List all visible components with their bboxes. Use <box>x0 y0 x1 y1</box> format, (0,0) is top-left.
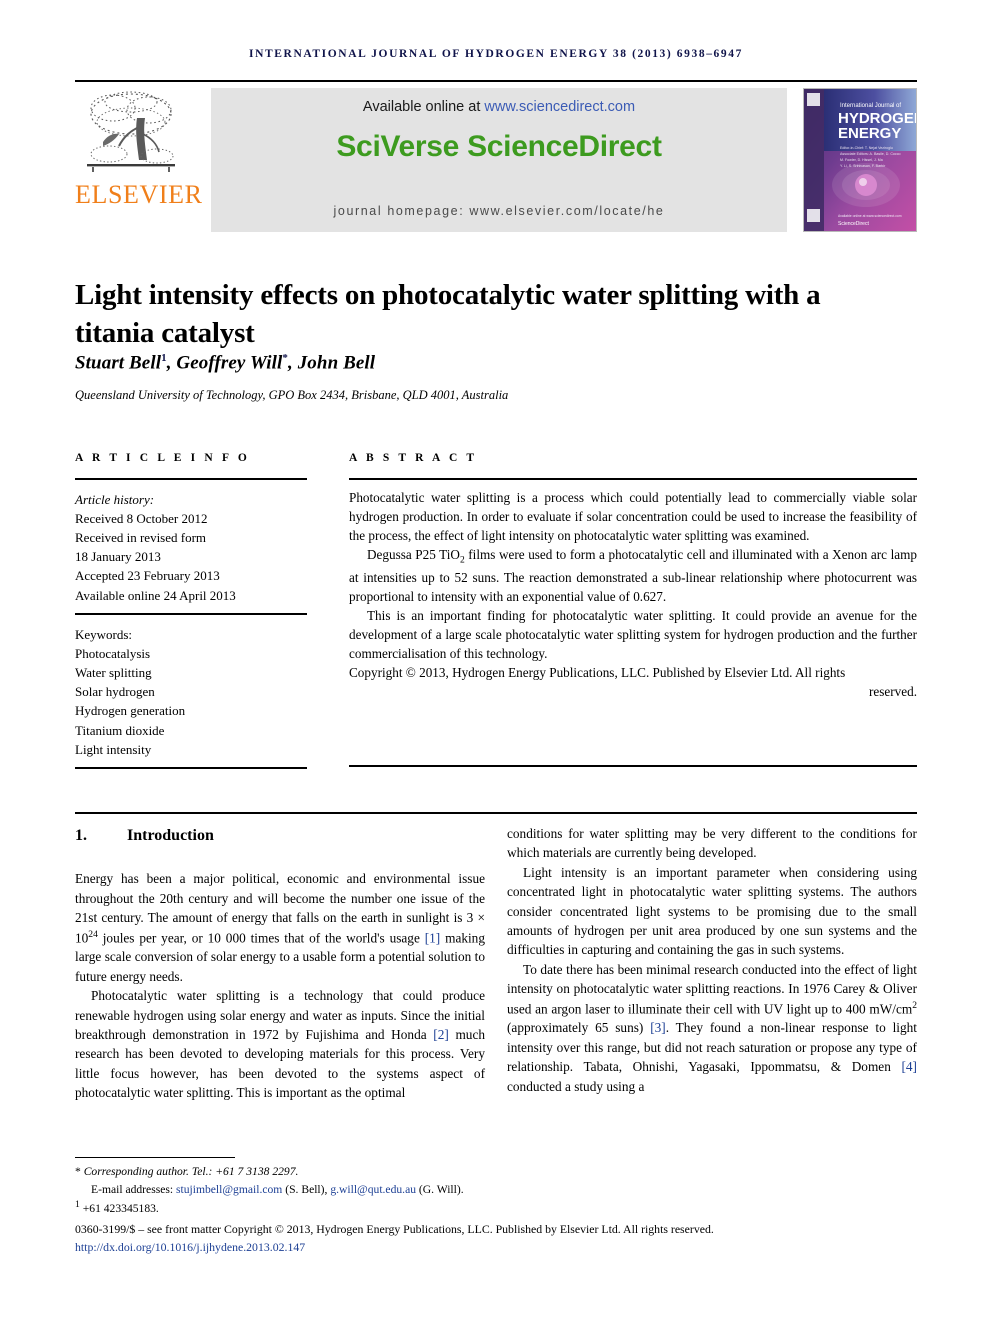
journal-cover-art: International Journal of HYDROGEN ENERGY… <box>804 89 916 231</box>
author-name-1: Stuart Bell <box>75 352 162 374</box>
history-item: Available online 24 April 2013 <box>75 587 236 603</box>
svg-text:International Journal of: International Journal of <box>840 103 901 109</box>
email-owner-2: (G. Will). <box>416 1182 464 1196</box>
svg-text:Associate Editors: A. Basile,: Associate Editors: A. Basile, D. Cocco <box>840 152 901 156</box>
email-label: E-mail addresses: <box>91 1182 176 1196</box>
journal-cover-thumbnail: International Journal of HYDROGEN ENERGY… <box>803 88 917 232</box>
corresponding-author-note: * Corresponding author. Tel.: +61 7 3138… <box>75 1163 635 1181</box>
author-list: Stuart Bell1, Geoffrey Will*, John Bell <box>75 352 376 374</box>
body-top-rule <box>75 812 917 814</box>
keyword-item: Titanium dioxide <box>75 722 165 738</box>
section-number: 1. <box>75 827 87 844</box>
svg-text:M. Fowler, D. Hissel, J. Ma: M. Fowler, D. Hissel, J. Ma <box>840 158 883 162</box>
sciverse-sciencedirect-wordmark: SciVerse ScienceDirect <box>336 130 662 164</box>
elsevier-wordmark: ELSEVIER <box>75 180 203 209</box>
available-online-line: Available online at www.sciencedirect.co… <box>211 88 787 116</box>
author-marker-1: 1 <box>161 352 167 364</box>
body-column-left: 1. Introduction Energy has been a major … <box>75 824 485 1103</box>
svg-text:ScienceDirect: ScienceDirect <box>838 221 869 227</box>
svg-text:ENERGY: ENERGY <box>838 125 901 142</box>
footnote-marker-1: 1 <box>75 1199 80 1211</box>
abstract-paragraph: Degussa P25 TiO2 films were used to form… <box>349 545 917 606</box>
abstract-p2-part1: Degussa P25 TiO <box>367 547 460 562</box>
keyword-item: Photocatalysis <box>75 646 151 662</box>
intro-p3-part4: conducted a study using a <box>507 1078 645 1094</box>
running-head: International Journal of Hydrogen Energy… <box>249 48 743 60</box>
history-item: 18 January 2013 <box>75 549 161 565</box>
intro-p1-part2: joules per year, or 10 000 times that of… <box>97 930 425 945</box>
keyword-item: Water splitting <box>75 665 152 681</box>
intro-p3-part1: To date there has been minimal research … <box>507 961 917 1017</box>
article-history-label: Article history: <box>75 492 155 507</box>
svg-text:Available online at www.scienc: Available online at www.sciencedirect.co… <box>838 214 902 218</box>
keyword-item: Solar hydrogen <box>75 684 155 700</box>
author-name-3: John Bell <box>297 352 376 374</box>
email-link-2[interactable]: g.will@qut.edu.au <box>330 1183 416 1196</box>
section-title: Introduction <box>127 827 214 844</box>
history-item: Accepted 23 February 2013 <box>75 568 220 584</box>
copyright-tail: reserved. <box>869 684 917 700</box>
article-history: Article history: Received 8 October 2012… <box>75 490 315 605</box>
doi-link[interactable]: http://dx.doi.org/10.1016/j.ijhydene.201… <box>75 1240 305 1254</box>
citation-link-4[interactable]: [4] <box>901 1059 917 1074</box>
abstract-label: A B S T R A C T <box>349 452 478 464</box>
footnote-separator-rule <box>75 1157 235 1158</box>
abstract-copyright: Copyright © 2013, Hydrogen Energy Public… <box>349 663 917 701</box>
page-title: Light intensity effects on photocatalyti… <box>75 279 821 349</box>
sciencedirect-url-link[interactable]: www.sciencedirect.com <box>484 99 635 115</box>
sciencedirect-banner: Available online at www.sciencedirect.co… <box>211 88 787 232</box>
corresponding-author-text: Corresponding author. Tel.: +61 7 3138 2… <box>83 1165 299 1178</box>
info-bottom-rule <box>75 767 307 769</box>
copyright-main: Copyright © 2013, Hydrogen Energy Public… <box>349 665 846 681</box>
asterisk-icon: * <box>75 1165 84 1178</box>
keywords-label: Keywords: <box>75 627 133 642</box>
body-paragraph: Light intensity is an important paramete… <box>507 864 917 958</box>
abstract-top-rule <box>349 478 917 480</box>
abstract-bottom-rule <box>349 765 917 767</box>
keyword-item: Light intensity <box>75 741 152 757</box>
issn-copyright-line: 0360-3199/$ – see front matter Copyright… <box>75 1222 714 1236</box>
citation-link-1[interactable]: [1] <box>425 930 441 945</box>
abstract-paragraph: Photocatalytic water splitting is a proc… <box>349 490 917 543</box>
imprint-block: 0360-3199/$ – see front matter Copyright… <box>75 1221 920 1256</box>
abstract-paragraph: This is an important finding for photoca… <box>349 608 917 662</box>
paper-page: International Journal of Hydrogen Energy… <box>0 0 992 1323</box>
author-note-1: 1 +61 423345183. <box>75 1198 635 1217</box>
masthead-top-rule <box>75 80 917 82</box>
info-top-rule <box>75 478 307 480</box>
body-paragraph: Energy has been a major political, econo… <box>75 869 485 986</box>
journal-homepage-line[interactable]: journal homepage: www.elsevier.com/locat… <box>211 204 787 218</box>
history-item: Received 8 October 2012 <box>75 511 208 527</box>
author-name-2: Geoffrey Will <box>176 352 283 374</box>
body-paragraph: To date there has been minimal research … <box>507 960 917 1096</box>
section-heading-introduction: 1. Introduction <box>75 824 485 847</box>
info-mid-rule <box>75 613 307 615</box>
citation-link-2[interactable]: [2] <box>433 1027 449 1042</box>
citation-link-3[interactable]: [3] <box>650 1020 666 1035</box>
email-owner-1: (S. Bell), <box>282 1182 331 1196</box>
affiliation: Queensland University of Technology, GPO… <box>75 388 509 402</box>
keywords-list: Keywords: Photocatalysis Water splitting… <box>75 625 315 759</box>
email-addresses-note: E-mail addresses: stujimbell@gmail.com (… <box>75 1181 635 1199</box>
exponent-2: 2 <box>912 999 917 1011</box>
author-phone-note: +61 423345183. <box>82 1202 159 1216</box>
abstract-body: Photocatalytic water splitting is a proc… <box>349 488 917 701</box>
elsevier-logo: ELSEVIER <box>75 88 203 209</box>
corresponding-author-marker[interactable]: * <box>282 352 288 364</box>
exponent-24: 24 <box>88 928 98 940</box>
elsevier-tree-icon <box>87 91 175 172</box>
keyword-item: Hydrogen generation <box>75 703 186 719</box>
email-link-1[interactable]: stujimbell@gmail.com <box>176 1183 282 1196</box>
footnotes-block: * Corresponding author. Tel.: +61 7 3138… <box>75 1163 635 1218</box>
intro-p2-part1: Photocatalytic water splitting is a tech… <box>75 988 485 1043</box>
svg-text:Editor-in-Chief: T. Nejat Vezi: Editor-in-Chief: T. Nejat Veziroglu <box>840 146 893 150</box>
body-paragraph: Photocatalytic water splitting is a tech… <box>75 986 485 1102</box>
body-column-right: conditions for water splitting may be ve… <box>507 824 917 1096</box>
article-info-label: A R T I C L E I N F O <box>75 452 250 464</box>
intro-p3-part2: (approximately 65 suns) <box>507 1020 651 1036</box>
body-paragraph: conditions for water splitting may be ve… <box>507 826 917 861</box>
available-online-prefix: Available online at <box>362 99 485 115</box>
history-item: Received in revised form <box>75 530 207 546</box>
journal-masthead: ELSEVIER Available online at www.science… <box>75 80 917 240</box>
